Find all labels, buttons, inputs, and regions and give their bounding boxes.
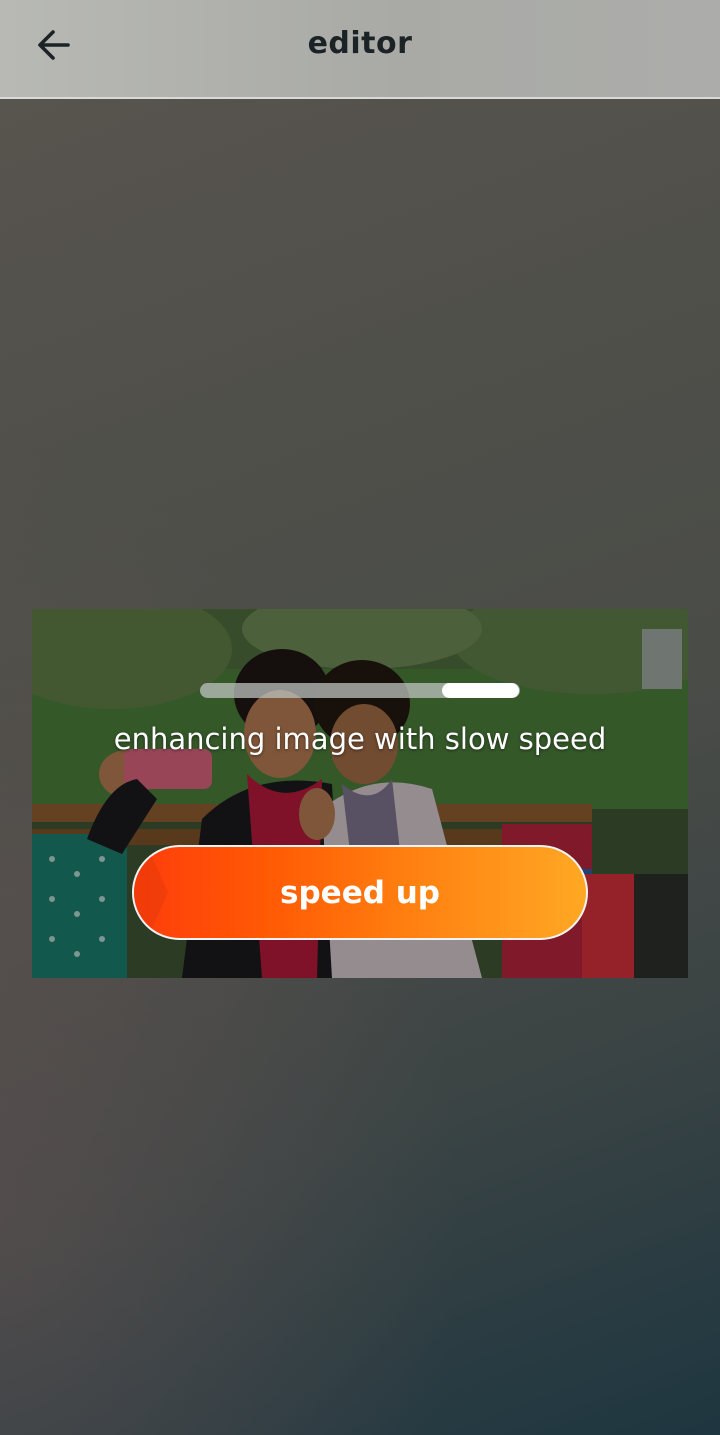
- speed-up-label: speed up: [280, 874, 440, 911]
- page-title: editor: [307, 26, 413, 61]
- chevron-right-icon: [134, 847, 168, 938]
- enhance-status-text: enhancing image with slow speed: [113, 722, 607, 756]
- progress-fill: [442, 683, 519, 698]
- speed-up-button[interactable]: speed up: [132, 845, 588, 940]
- enhance-progress-bar: [200, 683, 520, 698]
- app-header: editor: [0, 0, 720, 99]
